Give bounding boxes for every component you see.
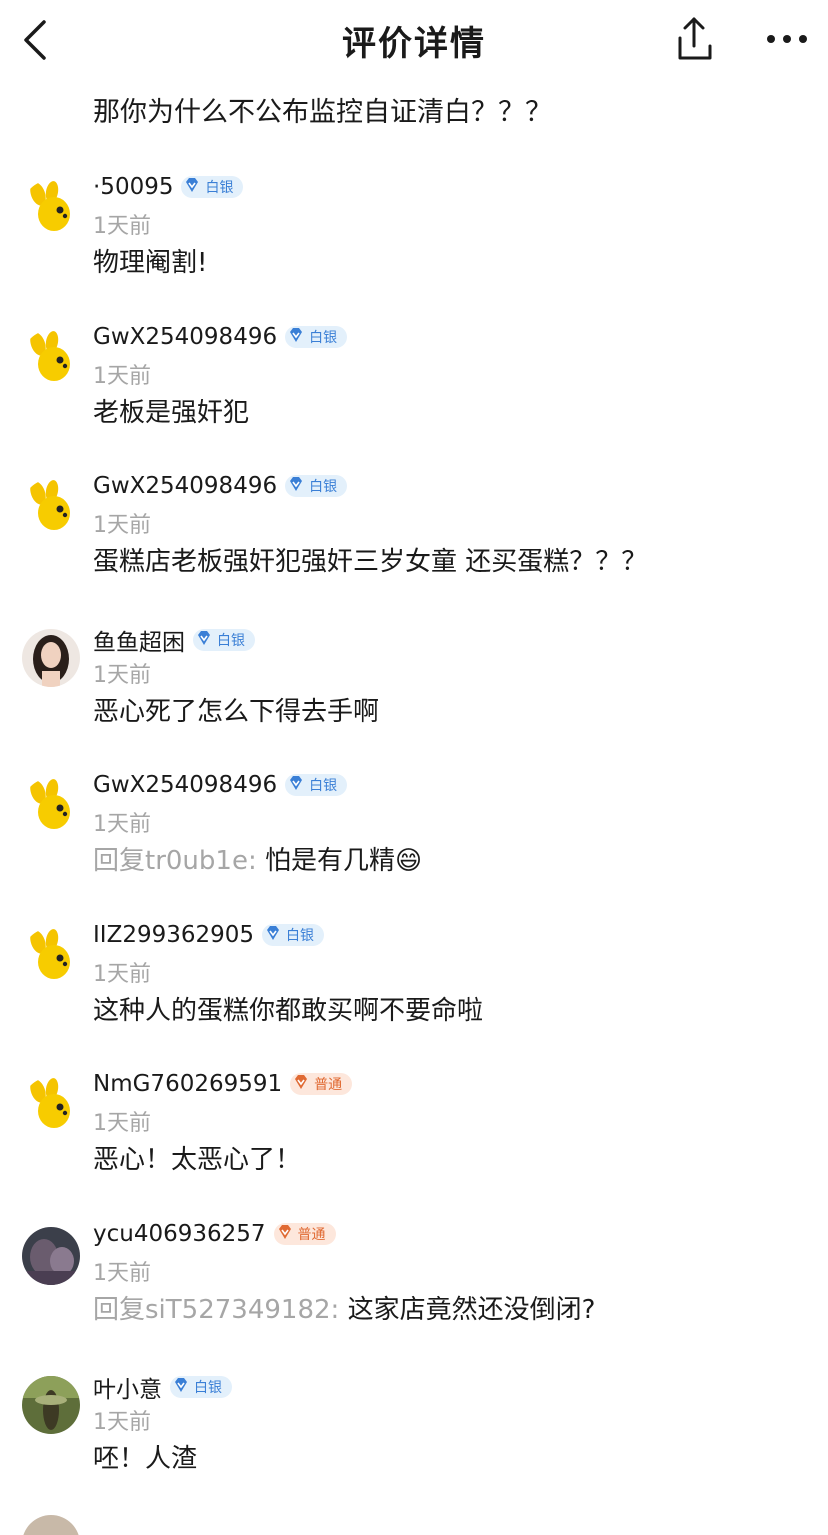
username[interactable]: GwX254098496 白银 bbox=[93, 473, 348, 499]
diamond-icon bbox=[276, 1223, 298, 1245]
username-text[interactable]: ·50095 bbox=[93, 174, 173, 200]
comment-text: 蛋糕店老板强奸犯强奸三岁女童 还买蛋糕？？？ bbox=[93, 541, 647, 578]
comment-item[interactable]: ycu406936257 普通 1天前回复siT527349182: 这家店竟然还没… bbox=[0, 1221, 828, 1367]
badge-label: 白银 bbox=[217, 633, 245, 649]
comment-text: 回复tr0ub1e: 怕是有几精😄 bbox=[93, 840, 422, 877]
timestamp: 1天前 bbox=[93, 513, 151, 538]
username[interactable]: NmG760269591 普通 bbox=[93, 1071, 353, 1097]
diamond-icon bbox=[287, 475, 309, 497]
username[interactable]: 叶小意 白银 bbox=[93, 1370, 232, 1404]
timestamp: 1天前 bbox=[93, 1410, 151, 1435]
comment-body: 这种人的蛋糕你都敢买啊不要命啦 bbox=[93, 996, 484, 1026]
username-text[interactable]: GwX254098496 bbox=[93, 473, 277, 499]
timestamp: 1天前 bbox=[93, 1111, 151, 1136]
comment-text: 呸！人渣 bbox=[93, 1438, 197, 1475]
reply-to-label[interactable]: 回复tr0ub1e: bbox=[93, 846, 265, 876]
badge-label: 白银 bbox=[205, 180, 234, 196]
avatar[interactable] bbox=[22, 1077, 80, 1135]
username-text[interactable]: ycu406936257 bbox=[93, 1221, 266, 1247]
username-text[interactable]: IIZ299362905 bbox=[93, 922, 254, 948]
badge-label: 普通 bbox=[314, 1077, 343, 1093]
more-dots-icon[interactable] bbox=[762, 26, 812, 52]
comment-body: 物理阉割! bbox=[93, 248, 208, 278]
username[interactable]: ·50095 白银 bbox=[93, 174, 244, 200]
comment-body: 恶心死了怎么下得去手啊 bbox=[93, 697, 380, 727]
member-level-badge: 白银 bbox=[285, 475, 348, 497]
comment-item[interactable]: GwX254098496 白银 1天前回复tr0ub1e: 怕是有几精😄 bbox=[0, 772, 828, 918]
comment-body: 老板是强奸犯 bbox=[93, 398, 250, 428]
comment-body: 蛋糕店老板强奸犯强奸三岁女童 还买蛋糕？？？ bbox=[93, 547, 648, 577]
comment-body: 怕是有几精😄 bbox=[264, 846, 423, 876]
member-level-badge: 白银 bbox=[181, 176, 244, 198]
member-level-badge: 白银 bbox=[285, 326, 348, 348]
avatar[interactable] bbox=[22, 1227, 80, 1285]
comment-item[interactable]: GwX254098496 白银 1天前老板是强奸犯 bbox=[0, 324, 828, 470]
username[interactable]: ycu406936257 普通 bbox=[93, 1221, 336, 1247]
member-level-badge: 白银 bbox=[285, 774, 348, 796]
username[interactable]: IIZ299362905 白银 bbox=[93, 922, 325, 948]
comment-body: 呸！人渣 bbox=[93, 1444, 198, 1474]
diamond-icon bbox=[264, 924, 286, 946]
timestamp: 1天前 bbox=[93, 1261, 151, 1286]
avatar[interactable] bbox=[22, 928, 80, 986]
comment-item[interactable]: IIZ299362905 白银 1天前这种人的蛋糕你都敢买啊不要命啦 bbox=[0, 922, 828, 1068]
reply-to-label[interactable]: 回复siT527349182: bbox=[93, 1295, 348, 1325]
comment-item[interactable]: ·50095 白银 1天前物理阉割! bbox=[0, 174, 828, 320]
diamond-icon bbox=[172, 1376, 194, 1398]
timestamp: 1天前 bbox=[93, 812, 151, 837]
share-icon[interactable] bbox=[670, 14, 718, 64]
member-level-badge: 普通 bbox=[273, 1223, 336, 1245]
avatar[interactable] bbox=[22, 180, 80, 238]
badge-label: 白银 bbox=[286, 928, 315, 944]
avatar[interactable] bbox=[22, 629, 80, 687]
comment-body: 这家店竟然还没倒闭? bbox=[347, 1295, 596, 1325]
comment-text: 恶心！太恶心了！ bbox=[93, 1139, 301, 1176]
comment-text: 那你为什么不公布监控自证清白？？？ bbox=[93, 97, 552, 128]
badge-label: 普通 bbox=[297, 1227, 326, 1243]
badge-label: 白银 bbox=[309, 778, 338, 794]
comment-text: 老板是强奸犯 bbox=[93, 392, 249, 429]
member-level-badge: 普通 bbox=[290, 1073, 353, 1095]
username-text[interactable]: GwX254098496 bbox=[93, 772, 277, 798]
badge-label: 白银 bbox=[194, 1380, 222, 1396]
comment-item[interactable]: 叶小意 白银 1天前 呸！人渣 bbox=[0, 1376, 828, 1516]
username-text[interactable]: NmG760269591 bbox=[93, 1071, 282, 1097]
timestamp: 1天前 bbox=[93, 663, 151, 688]
diamond-icon bbox=[287, 326, 309, 348]
avatar[interactable] bbox=[22, 778, 80, 836]
avatar[interactable] bbox=[22, 330, 80, 388]
comment-text: 物理阉割! bbox=[93, 242, 207, 279]
timestamp: 1天前 bbox=[93, 364, 151, 389]
comment-item[interactable]: NmG760269591 普通 1天前恶心！太恶心了！ bbox=[0, 1071, 828, 1217]
member-level-badge: 白银 bbox=[262, 924, 325, 946]
diamond-icon bbox=[292, 1073, 314, 1095]
diamond-icon bbox=[195, 629, 217, 651]
member-level-badge: 白银 bbox=[170, 1376, 232, 1398]
username[interactable]: 鱼鱼超困 白银 bbox=[93, 623, 255, 657]
username[interactable]: GwX254098496 白银 bbox=[93, 772, 348, 798]
top-bar: 评价详情 bbox=[0, 0, 828, 80]
username-text[interactable]: GwX254098496 bbox=[93, 324, 277, 350]
comment-item[interactable]: GwX254098496 白银 1天前蛋糕店老板强奸犯强奸三岁女童 还买蛋糕？？？ bbox=[0, 473, 828, 619]
avatar[interactable] bbox=[22, 1376, 80, 1434]
timestamp: 1天前 bbox=[93, 962, 151, 987]
diamond-icon bbox=[287, 774, 309, 796]
comment-item[interactable]: 鱼鱼超困 白银 1天前 恶心死了怎么下得去手啊 bbox=[0, 629, 828, 769]
timestamp: 1天前 bbox=[93, 214, 151, 239]
member-level-badge: 白银 bbox=[193, 629, 255, 651]
username-text[interactable]: 叶小意 bbox=[93, 1370, 162, 1404]
comment-text: 这种人的蛋糕你都敢买啊不要命啦 bbox=[93, 990, 483, 1027]
avatar[interactable] bbox=[22, 479, 80, 537]
username[interactable]: GwX254098496 白银 bbox=[93, 324, 348, 350]
username-text[interactable]: 鱼鱼超困 bbox=[93, 623, 185, 657]
diamond-icon bbox=[183, 176, 205, 198]
comment-body: 恶心！太恶心了！ bbox=[93, 1145, 302, 1175]
avatar bbox=[23, 1515, 79, 1535]
badge-label: 白银 bbox=[309, 330, 338, 346]
comment-text: 恶心死了怎么下得去手啊 bbox=[93, 691, 379, 728]
comment-text: 回复siT527349182: 这家店竟然还没倒闭? bbox=[93, 1289, 595, 1326]
badge-label: 白银 bbox=[309, 479, 338, 495]
